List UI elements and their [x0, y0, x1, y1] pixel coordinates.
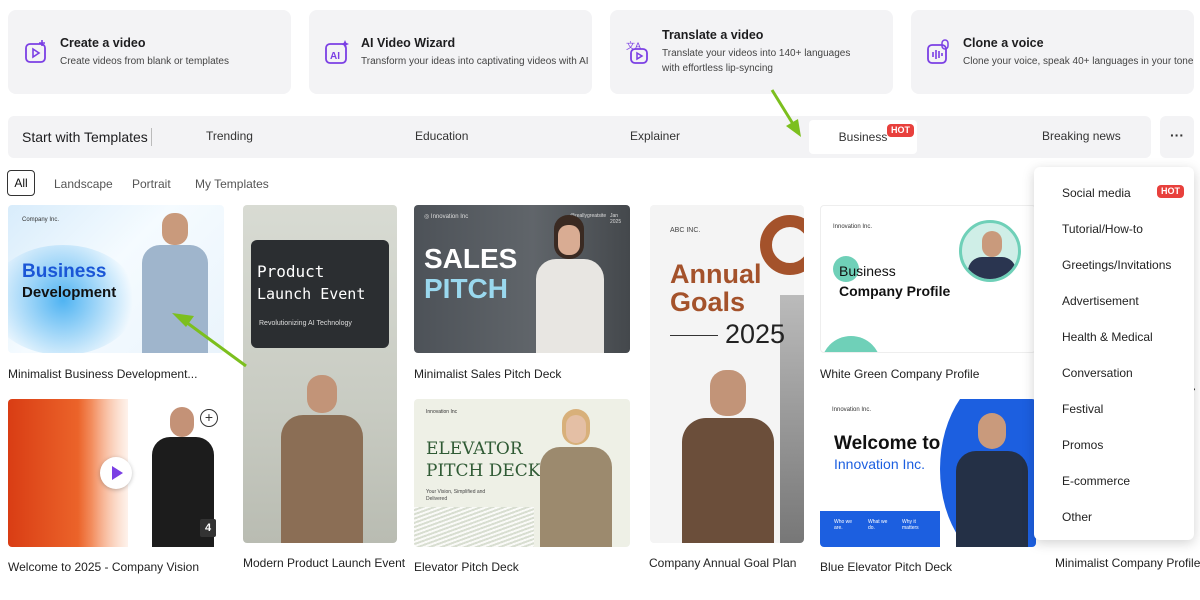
annotation-arrow	[770, 89, 795, 125]
menu-item-greetings[interactable]: Greetings/Invitations	[1062, 258, 1171, 272]
menu-item-health[interactable]: Health & Medical	[1062, 330, 1153, 344]
menu-item-promos[interactable]: Promos	[1062, 438, 1103, 452]
annotation-arrows	[172, 89, 801, 368]
annotation-arrow	[185, 320, 247, 368]
menu-item-social-media[interactable]: Social media	[1062, 186, 1131, 200]
menu-item-festival[interactable]: Festival	[1062, 402, 1103, 416]
menu-item-ecommerce[interactable]: E-commerce	[1062, 474, 1130, 488]
menu-item-other[interactable]: Other	[1062, 510, 1092, 524]
menu-item-tutorial[interactable]: Tutorial/How-to	[1062, 222, 1143, 236]
more-categories-dropdown: Social media HOT Tutorial/How-to Greetin…	[1034, 167, 1194, 540]
arrow-head	[786, 119, 801, 137]
menu-item-advertisement[interactable]: Advertisement	[1062, 294, 1139, 308]
menu-item-conversation[interactable]: Conversation	[1062, 366, 1133, 380]
hot-badge: HOT	[1157, 185, 1184, 198]
